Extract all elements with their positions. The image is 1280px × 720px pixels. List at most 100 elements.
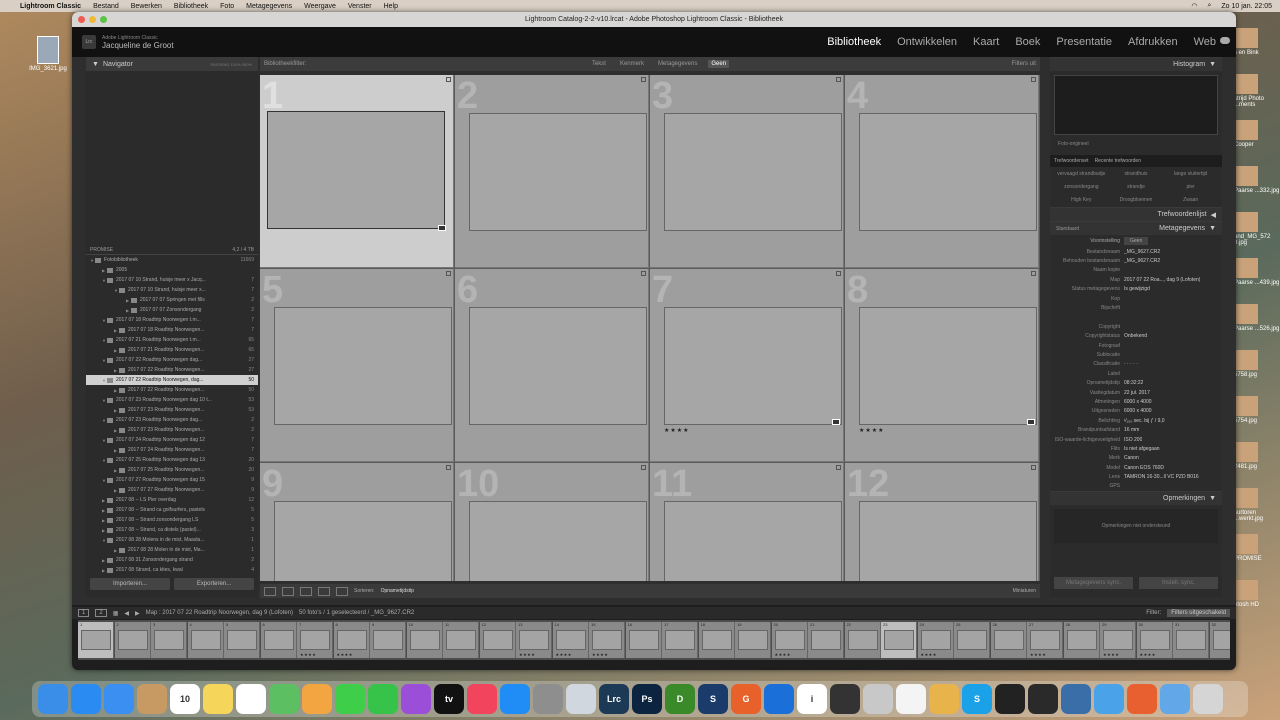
finder-icon[interactable] <box>38 684 68 714</box>
downloads-icon[interactable] <box>1160 684 1190 714</box>
filmstrip-cell[interactable]: 3 <box>151 622 187 658</box>
photo-thumbnail[interactable] <box>274 501 452 581</box>
folder-row[interactable]: ▶ 2017 08 -- LS Pier overdag 12 <box>86 495 258 505</box>
folder-row[interactable]: ▼ 2017 07 24 Roadtrip Noorwegen dag 12 7 <box>86 435 258 445</box>
grid-cell[interactable]: 7 ★★★★ <box>650 269 844 462</box>
desktop-file[interactable]: ntosh HD <box>1234 580 1280 608</box>
filmstrip-cell[interactable]: 19 <box>735 622 771 658</box>
grid-cell[interactable]: 3 <box>650 75 844 268</box>
flag-icon[interactable] <box>641 271 646 276</box>
filmstrip-cell[interactable]: 18 <box>698 622 735 658</box>
flag-icon[interactable] <box>836 77 841 82</box>
close-button[interactable] <box>78 16 85 23</box>
filmstrip-cell[interactable]: 6 <box>260 622 297 658</box>
keyword-set-select[interactable]: Recente trefwoorden <box>1095 158 1141 164</box>
filmstrip-cell[interactable]: 24 ★★★★ <box>917 622 954 658</box>
printer2-icon[interactable] <box>1028 684 1058 714</box>
browser-icon[interactable] <box>1127 684 1157 714</box>
filmstrip-cell[interactable]: 14 ★★★★ <box>552 622 589 658</box>
tv-icon[interactable]: tv <box>434 684 464 714</box>
folder-row[interactable]: ▼ 2017 07 10 Strand, huisje meer x... 7 <box>86 285 258 295</box>
filmstrip-cell[interactable]: 31 <box>1173 622 1209 658</box>
filmstrip-thumbnail[interactable] <box>1139 630 1170 650</box>
keyword-suggestion[interactable]: zonsondergang <box>1054 184 1109 190</box>
folder-row[interactable]: ▼ 2017 07 18 Roadtrip Noorwegen t.m... 7 <box>86 315 258 325</box>
folder-row[interactable]: ▼ 2017 07 23 Roadtrip Noorwegen dag... 2 <box>86 415 258 425</box>
filmstrip-cell[interactable]: 10 <box>406 622 443 658</box>
filmstrip-cell[interactable]: 27 ★★★★ <box>1027 622 1063 658</box>
folder-row[interactable]: ▶ 2017 07 21 Roadtrip Noorwegen... 65 <box>86 345 258 355</box>
info-icon[interactable]: i <box>797 684 827 714</box>
metadata-value[interactable]: ISO 200 <box>1124 437 1142 443</box>
filmstrip-thumbnail[interactable] <box>519 630 549 650</box>
filters-off[interactable]: Filters uit <box>1012 61 1036 67</box>
folder-row[interactable]: ▶ 2017 07 24 Roadtrip Noorwegen... 7 <box>86 445 258 455</box>
filmstrip-cell[interactable]: 2 <box>114 622 151 658</box>
filmstrip-thumbnail[interactable] <box>774 630 805 650</box>
safari-icon[interactable] <box>71 684 101 714</box>
flag-icon[interactable] <box>836 465 841 470</box>
appstore-icon[interactable] <box>500 684 530 714</box>
people-view-icon[interactable] <box>336 586 348 596</box>
filmstrip-thumbnail[interactable] <box>1103 630 1133 650</box>
menu-venster[interactable]: Venster <box>348 3 372 10</box>
photo-thumbnail[interactable] <box>859 307 1037 425</box>
grid-cell[interactable]: 6 <box>455 269 649 462</box>
filmstrip-cell[interactable]: 4 <box>187 622 224 658</box>
metadata-value[interactable]: 6000 x 4000 <box>1124 408 1152 414</box>
metadata-value[interactable]: Canon EOS 760D <box>1124 465 1164 471</box>
navigator-header[interactable]: ▼ Navigator PASSEND 100% 300% <box>86 57 258 71</box>
reminders-icon[interactable] <box>236 684 266 714</box>
filmstrip-thumbnail[interactable] <box>1066 630 1097 650</box>
filmstrip-cell[interactable]: 1 <box>78 622 114 658</box>
flag-icon[interactable] <box>446 465 451 470</box>
settings-icon[interactable] <box>533 684 563 714</box>
folder-row[interactable]: ▼ 2017 07 22 Roadtrip Noorwegen, dag... 50 <box>86 375 258 385</box>
metadata-value[interactable]: ¹⁄₁₅₀ sec. bij ƒ / 9,0 <box>1124 418 1165 424</box>
metadata-value[interactable]: 2017 07 22 Roa..., dag 9 (Lofoten) <box>1124 277 1200 283</box>
minimize-button[interactable] <box>89 16 96 23</box>
filmstrip-thumbnail[interactable] <box>884 630 914 650</box>
filmstrip-cell[interactable]: 13 ★★★★ <box>516 622 552 658</box>
photo-thumbnail[interactable] <box>274 307 452 425</box>
metadata-value[interactable]: _MG_9627.CR2 <box>1124 258 1160 264</box>
filmstrip-thumbnail[interactable] <box>373 630 403 650</box>
flag-icon[interactable] <box>446 77 451 82</box>
folder-row[interactable]: ▶ 2017 08 Strand, ca kites, kwal 4 <box>86 565 258 575</box>
skype-icon[interactable]: S <box>962 684 992 714</box>
filmstrip-thumbnail[interactable] <box>592 630 622 650</box>
filmstrip-cell[interactable]: 15 ★★★★ <box>589 622 625 658</box>
page-1-button[interactable]: 1 <box>78 609 90 617</box>
filmstrip-thumbnail[interactable] <box>336 630 367 650</box>
folder-row[interactable]: ▶ 2017 07 22 Roadtrip Noorwegen... 50 <box>86 385 258 395</box>
page-2-button[interactable]: 2 <box>95 609 107 617</box>
folder-row[interactable]: ▶ 2017 08 28 Molen in de mist, Ma... 1 <box>86 545 258 555</box>
loupe-view-icon[interactable] <box>282 586 294 596</box>
filmstrip-cell[interactable]: 16 <box>625 622 662 658</box>
metadata-value[interactable]: TAMRON 16-30...ll VC PZD B016 <box>1124 474 1199 480</box>
sort-select[interactable]: Opnametijdstip <box>381 588 414 594</box>
star-rating[interactable]: ★★★★ <box>664 427 690 434</box>
filmstrip-thumbnail[interactable] <box>227 630 257 650</box>
module-kaart[interactable]: Kaart <box>971 36 1001 48</box>
filmstrip-cell[interactable]: 28 <box>1063 622 1100 658</box>
network-icon[interactable] <box>863 684 893 714</box>
filmstrip-thumbnail[interactable] <box>190 630 221 650</box>
zoom-options[interactable]: PASSEND 100% 300% <box>210 62 252 67</box>
notes-icon[interactable] <box>203 684 233 714</box>
filmstrip-cell[interactable]: 26 <box>990 622 1027 658</box>
filmstrip-cell[interactable]: 21 <box>808 622 844 658</box>
terminal-icon[interactable] <box>995 684 1025 714</box>
star-rating[interactable]: ★★★★ <box>859 427 885 434</box>
grid-view-icon[interactable] <box>264 586 276 596</box>
flag-icon[interactable] <box>1031 271 1036 276</box>
filmstrip-thumbnail[interactable] <box>957 630 987 650</box>
menu-app[interactable]: Lightroom Classic <box>20 3 81 10</box>
forward-arrow-icon[interactable]: ▶ <box>135 610 140 617</box>
photo-thumbnail[interactable] <box>664 307 842 425</box>
filmstrip-cell[interactable]: 12 <box>479 622 516 658</box>
filmstrip-cell[interactable]: 30 ★★★★ <box>1136 622 1173 658</box>
folder-row[interactable]: ▼ 2017 07 27 Roadtrip Noorwegen dag 15 9 <box>86 475 258 485</box>
lightroom-icon[interactable]: Lrc <box>599 684 629 714</box>
flag-icon[interactable] <box>1031 465 1036 470</box>
